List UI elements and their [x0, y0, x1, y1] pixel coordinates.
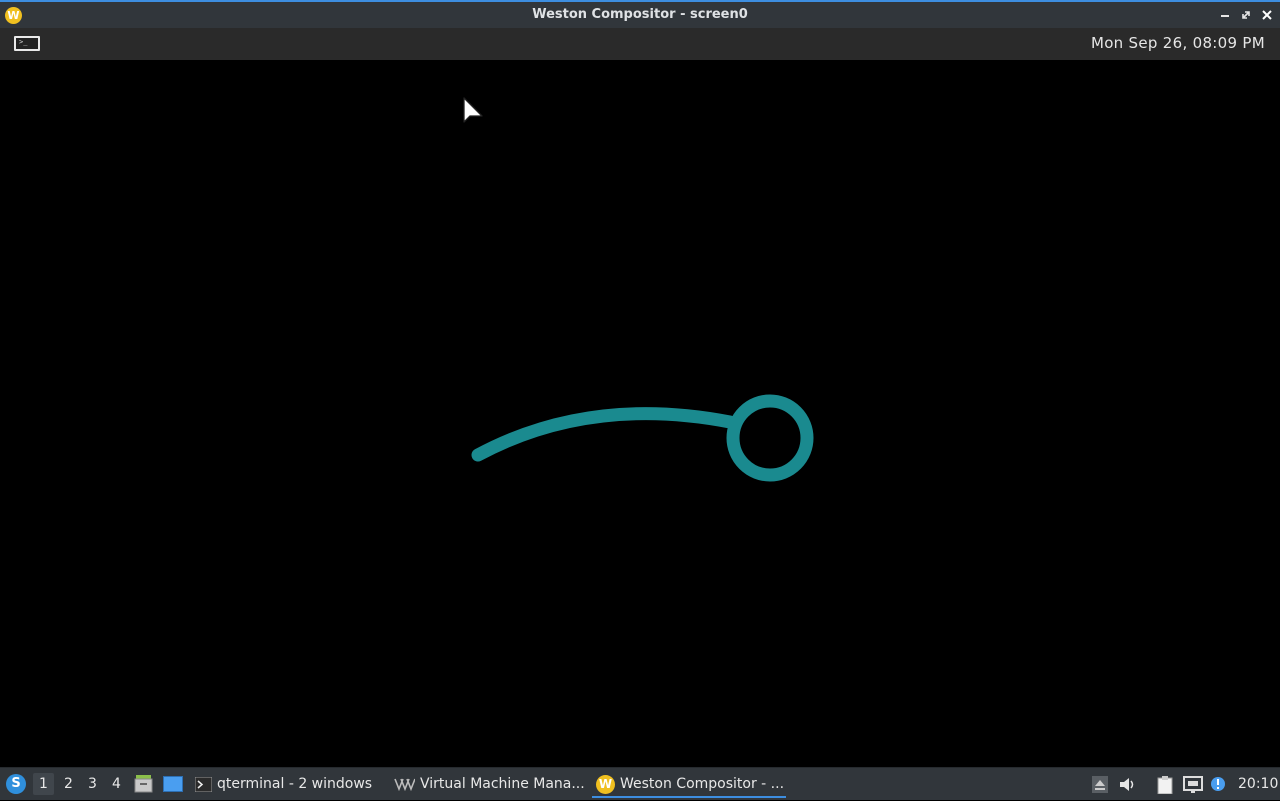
flower-head	[726, 394, 814, 482]
minimize-button[interactable]	[1217, 7, 1233, 23]
notification-icon[interactable]	[1210, 776, 1226, 792]
weston-panel: >_ Mon Sep 26, 08:09 PM	[0, 28, 1280, 60]
desktop-switch-2[interactable]: 2	[58, 773, 79, 795]
task-label: Virtual Machine Mana...	[420, 776, 584, 792]
weston-canvas[interactable]	[0, 60, 1280, 767]
maximize-button[interactable]	[1238, 7, 1254, 23]
start-menu-button[interactable]: S	[6, 774, 26, 794]
file-manager-icon[interactable]	[134, 774, 153, 793]
task-label: Weston Compositor - ...	[620, 776, 785, 792]
pointer-cursor-icon	[463, 97, 483, 123]
window-title: Weston Compositor - screen0	[532, 7, 748, 22]
window-titlebar[interactable]: W Weston Compositor - screen0	[0, 0, 1280, 28]
virt-manager-icon	[394, 778, 415, 791]
minimize-icon	[1221, 15, 1229, 17]
task-qterminal[interactable]: qterminal - 2 windows	[195, 770, 380, 798]
maximize-icon	[1242, 11, 1250, 19]
close-icon	[1262, 10, 1272, 20]
weston-icon: W	[596, 774, 615, 794]
volume-icon[interactable]	[1119, 776, 1137, 793]
task-label: qterminal - 2 windows	[217, 776, 373, 792]
task-weston[interactable]: W Weston Compositor - ...	[592, 770, 786, 798]
terminal-launcher-button[interactable]: >_	[14, 36, 40, 51]
clipboard-icon[interactable]	[1156, 776, 1174, 794]
desktop-switch-1[interactable]: 1	[33, 773, 54, 795]
flower-stem	[471, 407, 737, 462]
network-icon[interactable]	[1183, 776, 1203, 793]
lxqt-start-icon: S	[11, 776, 21, 791]
close-button[interactable]	[1259, 7, 1275, 23]
panel-clock: Mon Sep 26, 08:09 PM	[1090, 34, 1265, 52]
show-desktop-icon[interactable]	[163, 776, 183, 792]
eject-icon[interactable]	[1092, 776, 1108, 793]
desktop-switch-3[interactable]: 3	[82, 773, 103, 795]
taskbar-clock[interactable]: 20:10	[1238, 768, 1278, 801]
terminal-prompt-glyph: >_	[19, 38, 28, 46]
desktop-switch-4[interactable]: 4	[106, 773, 127, 795]
task-virt-manager[interactable]: Virtual Machine Mana...	[394, 770, 584, 798]
taskbar: S 1 2 3 4 qterminal - 2 windows Virtual …	[0, 767, 1280, 800]
flower-drawing	[471, 394, 814, 482]
terminal-icon	[195, 776, 212, 792]
